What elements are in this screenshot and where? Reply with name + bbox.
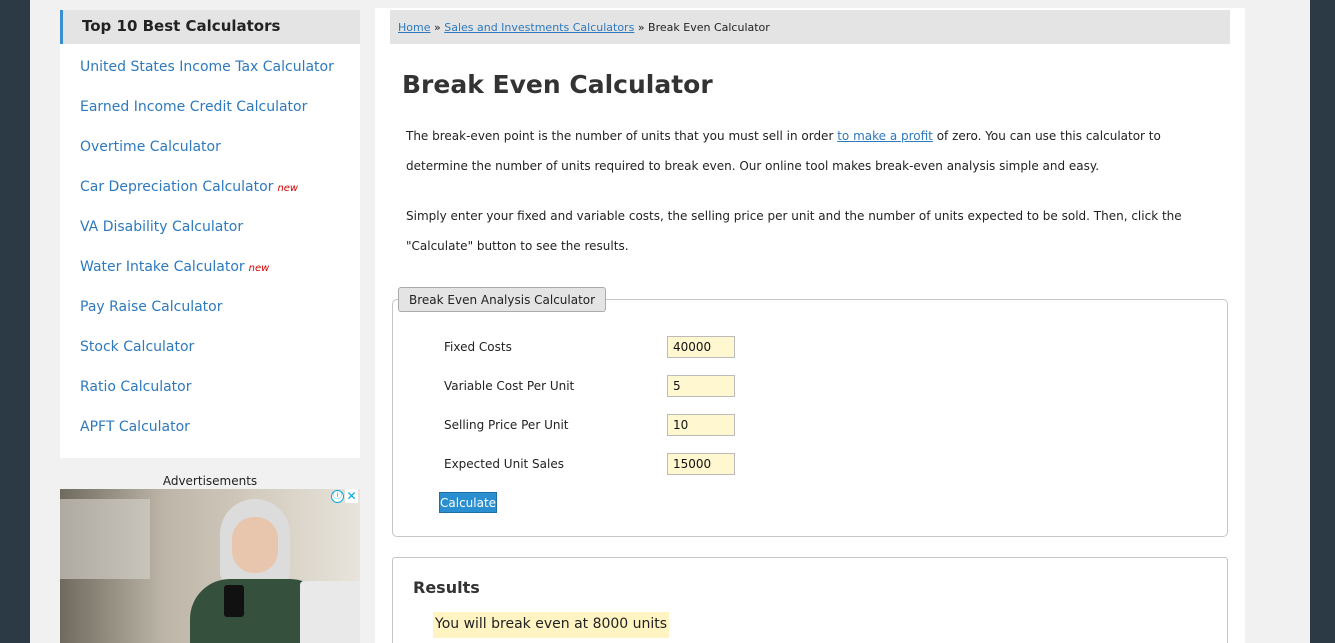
breadcrumb: Home » Sales and Investments Calculators…	[390, 10, 1230, 44]
sidebar-item-ratio[interactable]: Ratio Calculator	[80, 379, 192, 395]
new-badge: new	[277, 183, 299, 194]
sidebar-item-income-tax[interactable]: United States Income Tax Calculator	[80, 59, 334, 75]
sidebar-item-stock[interactable]: Stock Calculator	[80, 339, 194, 355]
sidebar-item-car-depreciation[interactable]: Car Depreciation Calculator new	[80, 179, 298, 195]
sidebar-item-water-intake[interactable]: Water Intake Calculator new	[80, 259, 269, 275]
breadcrumb-current: Break Even Calculator	[648, 21, 770, 34]
sidebar-item-label: Ratio Calculator	[80, 379, 192, 395]
intro-paragraph: The break-even point is the number of un…	[406, 129, 1161, 173]
sidebar-item-earned-income-credit[interactable]: Earned Income Credit Calculator	[80, 99, 307, 115]
expected-unit-sales-input[interactable]	[667, 453, 735, 475]
selling-price-input[interactable]	[667, 414, 735, 436]
sidebar-item-overtime[interactable]: Overtime Calculator	[80, 139, 221, 155]
expected-unit-sales-label: Expected Unit Sales	[444, 457, 564, 471]
sidebar-item-label: APFT Calculator	[80, 419, 190, 435]
sidebar-item-label: VA Disability Calculator	[80, 219, 244, 235]
sidebar-heading: Top 10 Best Calculators	[60, 10, 360, 44]
phone-image	[224, 585, 244, 617]
calculator-legend: Break Even Analysis Calculator	[398, 287, 607, 312]
instructions-paragraph: Simply enter your fixed and variable cos…	[406, 209, 1182, 253]
selling-price-label: Selling Price Per Unit	[444, 418, 569, 432]
sidebar-item-label: Car Depreciation Calculator	[80, 179, 274, 195]
advertisement-image[interactable]: ⓘ ✕	[60, 489, 360, 643]
make-a-profit-link[interactable]: to make a profit	[837, 129, 933, 143]
new-badge: new	[248, 263, 270, 274]
advertisements-label: Advertisements	[162, 474, 258, 488]
main-content: Home » Sales and Investments Calculators…	[375, 8, 1245, 643]
sidebar-item-label: Stock Calculator	[80, 339, 195, 355]
sidebar-item-label: Overtime Calculator	[80, 139, 221, 155]
variable-cost-label: Variable Cost Per Unit	[444, 379, 575, 393]
results-title: Results	[413, 578, 480, 597]
breadcrumb-home-link[interactable]: Home	[398, 21, 430, 34]
breadcrumb-section-link[interactable]: Sales and Investments Calculators	[444, 21, 634, 34]
sidebar-item-label: Water Intake Calculator	[80, 259, 245, 275]
ad-close-icon[interactable]: ✕	[345, 489, 358, 503]
fixed-costs-input[interactable]	[667, 336, 735, 358]
calculate-button[interactable]: Calculate	[439, 492, 497, 513]
laptop-image	[300, 581, 360, 643]
breadcrumb-separator: »	[433, 21, 441, 34]
fixed-costs-label: Fixed Costs	[444, 340, 512, 354]
ad-info-icon[interactable]: ⓘ	[331, 490, 344, 503]
sidebar-item-label: Pay Raise Calculator	[80, 299, 223, 315]
variable-cost-input[interactable]	[667, 375, 735, 397]
breadcrumb-separator: »	[637, 21, 645, 34]
sidebar-item-apft[interactable]: APFT Calculator	[80, 419, 190, 435]
results-text: You will break even at 8000 units	[433, 612, 670, 638]
sidebar-item-label: Earned Income Credit Calculator	[80, 99, 308, 115]
sidebar-item-label: United States Income Tax Calculator	[80, 59, 334, 75]
sidebar-item-pay-raise[interactable]: Pay Raise Calculator	[80, 299, 222, 315]
page-title: Break Even Calculator	[402, 70, 713, 99]
sidebar: Top 10 Best Calculators United States In…	[60, 10, 360, 458]
sidebar-item-va-disability[interactable]: VA Disability Calculator	[80, 219, 243, 235]
